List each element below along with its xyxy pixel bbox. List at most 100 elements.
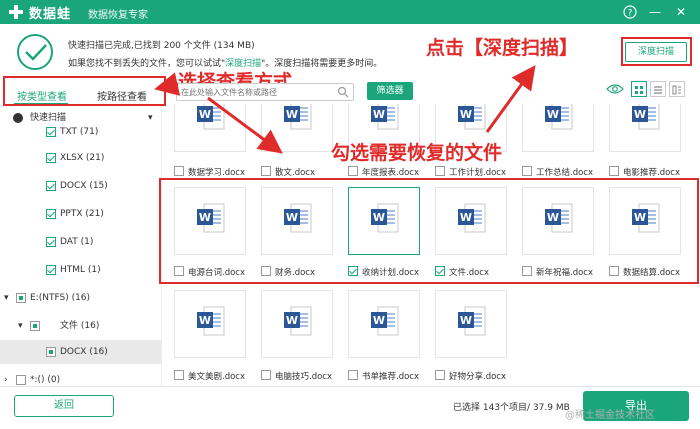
checkbox[interactable] (435, 370, 445, 380)
file-card[interactable]: W (522, 104, 594, 152)
word-document-icon: W (632, 104, 660, 130)
minimize-button[interactable]: — (646, 3, 664, 21)
chevron-down-icon[interactable]: ▾ (18, 314, 23, 338)
tree-item-folder[interactable]: ▾ 文件 (16) (0, 314, 161, 338)
word-document-icon: W (197, 306, 225, 336)
chevron-right-icon[interactable]: › (4, 368, 8, 386)
app-logo-icon (9, 5, 23, 19)
search-box (176, 83, 354, 101)
checkbox[interactable] (16, 293, 26, 303)
help-button[interactable]: ? (621, 3, 639, 21)
word-document-icon: W (458, 104, 486, 130)
file-card[interactable]: W (174, 104, 246, 152)
file-card[interactable]: W (174, 290, 246, 358)
file-name: 数据学习.docx (188, 168, 246, 178)
file-name: 工作总结.docx (536, 168, 594, 178)
tree-item-pptx[interactable]: PPTX (21) (0, 202, 161, 226)
file-name: 工作计划.docx (449, 168, 507, 178)
grid-view-button[interactable] (631, 81, 647, 97)
word-document-icon: W (371, 104, 399, 130)
list-icon (654, 86, 662, 94)
svg-text:W: W (286, 314, 298, 327)
tree-item-xlsx[interactable]: XLSX (21) (0, 146, 161, 170)
watermark: @稀土掘金技术社区 (565, 410, 655, 421)
preview-eye-icon[interactable] (606, 83, 624, 95)
annotation-deep-scan: 点击【深度扫描】 (426, 37, 579, 59)
app-subtitle: 数据恢复专家 (88, 10, 148, 21)
file-name: 电影推荐.docx (623, 168, 681, 178)
file-card[interactable]: W (609, 104, 681, 152)
selection-summary: 已选择 143个项目/ 37.9 MB (453, 403, 570, 413)
checkbox[interactable] (348, 370, 358, 380)
tree-item-html[interactable]: HTML (1) (0, 258, 161, 282)
selection-highlight-box (159, 178, 699, 284)
word-document-icon: W (284, 306, 312, 336)
tree-item-drive-e[interactable]: ▾ E:(NTFS) (16) (0, 286, 161, 310)
tree-item-label: *:() (0) (30, 375, 61, 385)
filter-button[interactable]: 筛选器 (367, 82, 413, 100)
file-name: 好物分享.docx (449, 372, 507, 382)
tree-item-txt[interactable]: TXT (71) (0, 120, 161, 144)
file-name: 散文.docx (275, 168, 316, 178)
word-document-icon: W (284, 104, 312, 130)
title-bar: 数据蛙 数据恢复专家 ? — ✕ (0, 0, 700, 24)
file-name: 年度报表.docx (362, 168, 420, 178)
tree-item-label: XLSX (21) (60, 153, 105, 163)
svg-text:?: ? (628, 9, 633, 19)
tree-item-other-drive[interactable]: › *:() (0) (0, 368, 161, 386)
checkbox[interactable] (46, 237, 56, 247)
file-card[interactable]: W (261, 104, 333, 152)
chevron-down-icon[interactable]: ▾ (4, 286, 9, 310)
checkbox[interactable] (46, 181, 56, 191)
file-name: 美文美剧.docx (188, 372, 246, 382)
checkbox[interactable] (46, 265, 56, 275)
search-input[interactable] (181, 85, 331, 99)
checkbox[interactable] (46, 153, 56, 163)
scan-complete-icon (17, 34, 53, 70)
word-document-icon: W (458, 306, 486, 336)
checkbox[interactable] (174, 370, 184, 380)
close-button[interactable]: ✕ (672, 3, 690, 21)
file-card[interactable]: W (435, 290, 507, 358)
tree-item-label: PPTX (21) (60, 209, 104, 219)
detail-view-button[interactable] (669, 81, 685, 97)
checkbox[interactable] (16, 375, 26, 385)
svg-text:W: W (460, 314, 472, 327)
checkbox[interactable] (46, 209, 56, 219)
back-button[interactable]: 返回 (14, 395, 114, 417)
help-icon: ? (623, 5, 637, 19)
checkbox[interactable] (435, 166, 445, 176)
tree-item-label: DOCX (16) (60, 347, 108, 357)
checkbox[interactable] (174, 166, 184, 176)
file-card[interactable]: W (261, 290, 333, 358)
checkbox[interactable] (609, 166, 619, 176)
tree-item-dat[interactable]: DAT (1) (0, 230, 161, 254)
footer-bar: 返回 已选择 143个项目/ 37.9 MB 导出 @稀土掘金技术社区 (0, 386, 700, 429)
list-view-button[interactable] (650, 81, 666, 97)
tree-item-label: TXT (71) (60, 127, 99, 137)
svg-text:W: W (634, 108, 646, 121)
grid-icon (635, 86, 643, 94)
checkbox[interactable] (46, 347, 56, 357)
detail-icon (672, 85, 681, 95)
annotation-select-files: 勾选需要恢复的文件 (331, 142, 503, 164)
checkbox[interactable] (261, 370, 271, 380)
svg-text:W: W (373, 108, 385, 121)
file-card[interactable]: W (348, 290, 420, 358)
search-icon[interactable] (337, 86, 349, 98)
checkbox[interactable] (261, 166, 271, 176)
svg-text:W: W (199, 314, 211, 327)
scan-result-text: 快速扫描已完成,已找到 200 个文件 (134 MB) (68, 41, 255, 51)
checkbox[interactable] (46, 127, 56, 137)
app-window: 数据蛙 数据恢复专家 ? — ✕ 快速扫描已完成,已找到 200 个文件 (13… (0, 0, 700, 429)
svg-text:W: W (460, 108, 472, 121)
svg-text:W: W (547, 108, 559, 121)
checkbox[interactable] (30, 321, 40, 331)
tree-item-docx[interactable]: DOCX (15) (0, 174, 161, 198)
tree-item-label: E:(NTFS) (16) (30, 293, 91, 303)
tree-item-label: DOCX (15) (60, 181, 108, 191)
svg-text:W: W (199, 108, 211, 121)
checkbox[interactable] (522, 166, 532, 176)
tree-item-folder-docx[interactable]: DOCX (16) (0, 340, 161, 364)
checkbox[interactable] (348, 166, 358, 176)
